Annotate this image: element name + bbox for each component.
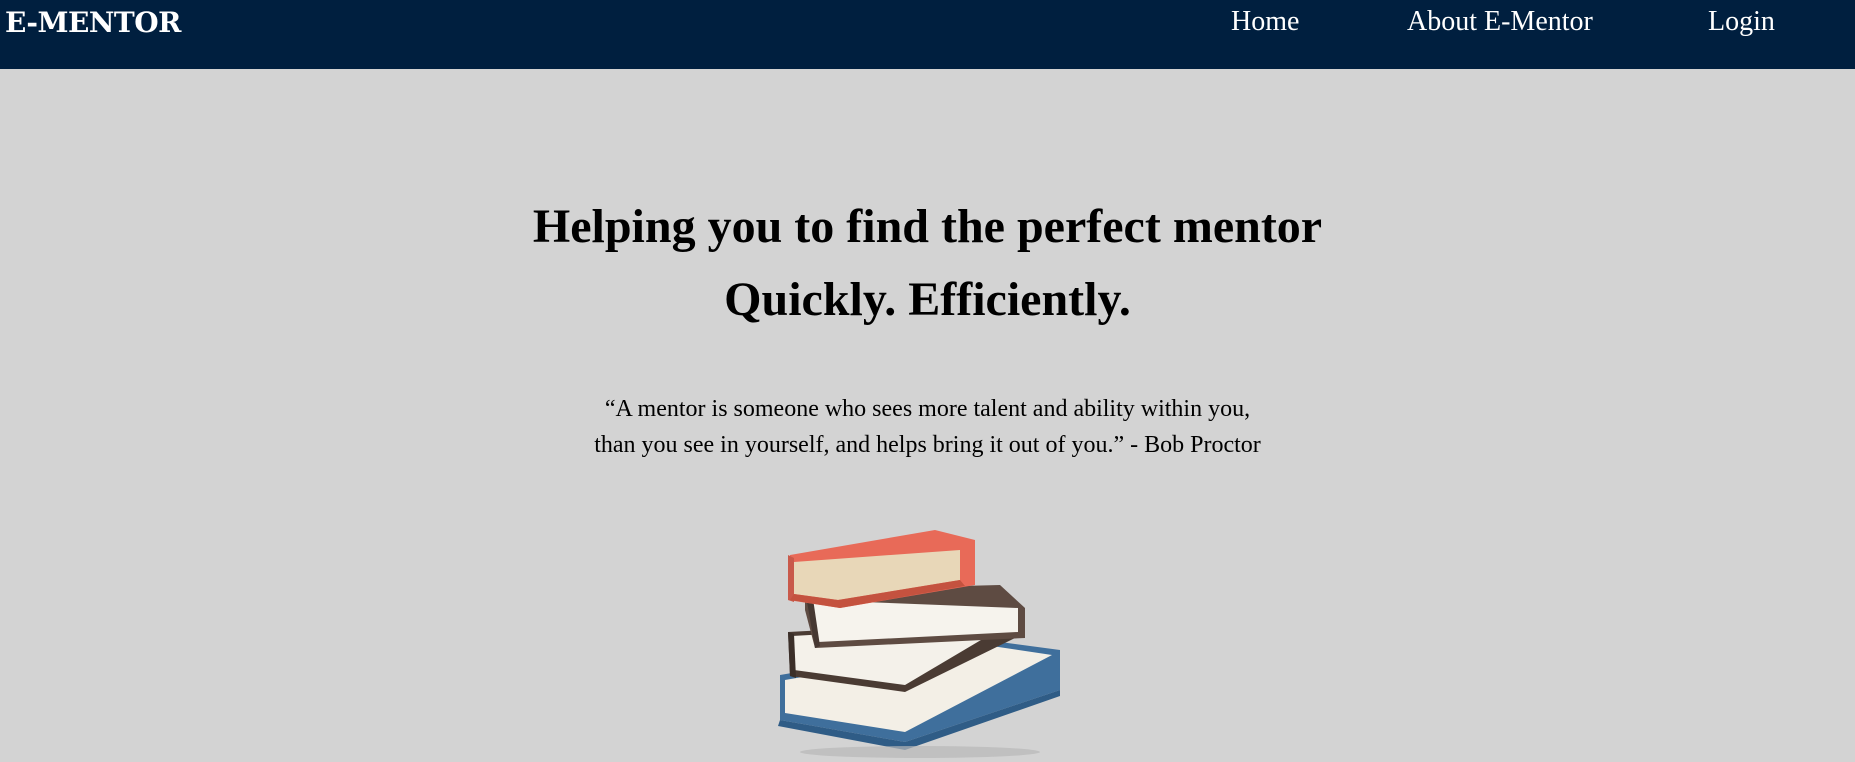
stack-of-books-icon xyxy=(778,530,1060,758)
hero-headline: Helping you to find the perfect mentor Q… xyxy=(0,190,1855,336)
quote-line-1: “A mentor is someone who sees more talen… xyxy=(604,396,1251,422)
nav-home-link[interactable]: Home xyxy=(1231,6,1299,38)
top-navbar: E-MENTOR Home About E-Mentor Login xyxy=(0,0,1855,69)
mentor-quote: “A mentor is someone who sees more talen… xyxy=(0,391,1855,463)
nav-about-link[interactable]: About E-Mentor xyxy=(1407,6,1593,38)
site-logo[interactable]: E-MENTOR xyxy=(5,6,181,39)
quote-line-2: than you see in yourself, and helps brin… xyxy=(594,432,1261,458)
headline-line-2: Quickly. Efficiently. xyxy=(724,273,1131,326)
headline-line-1: Helping you to find the perfect mentor xyxy=(532,200,1323,253)
nav-login-link[interactable]: Login xyxy=(1708,6,1775,38)
